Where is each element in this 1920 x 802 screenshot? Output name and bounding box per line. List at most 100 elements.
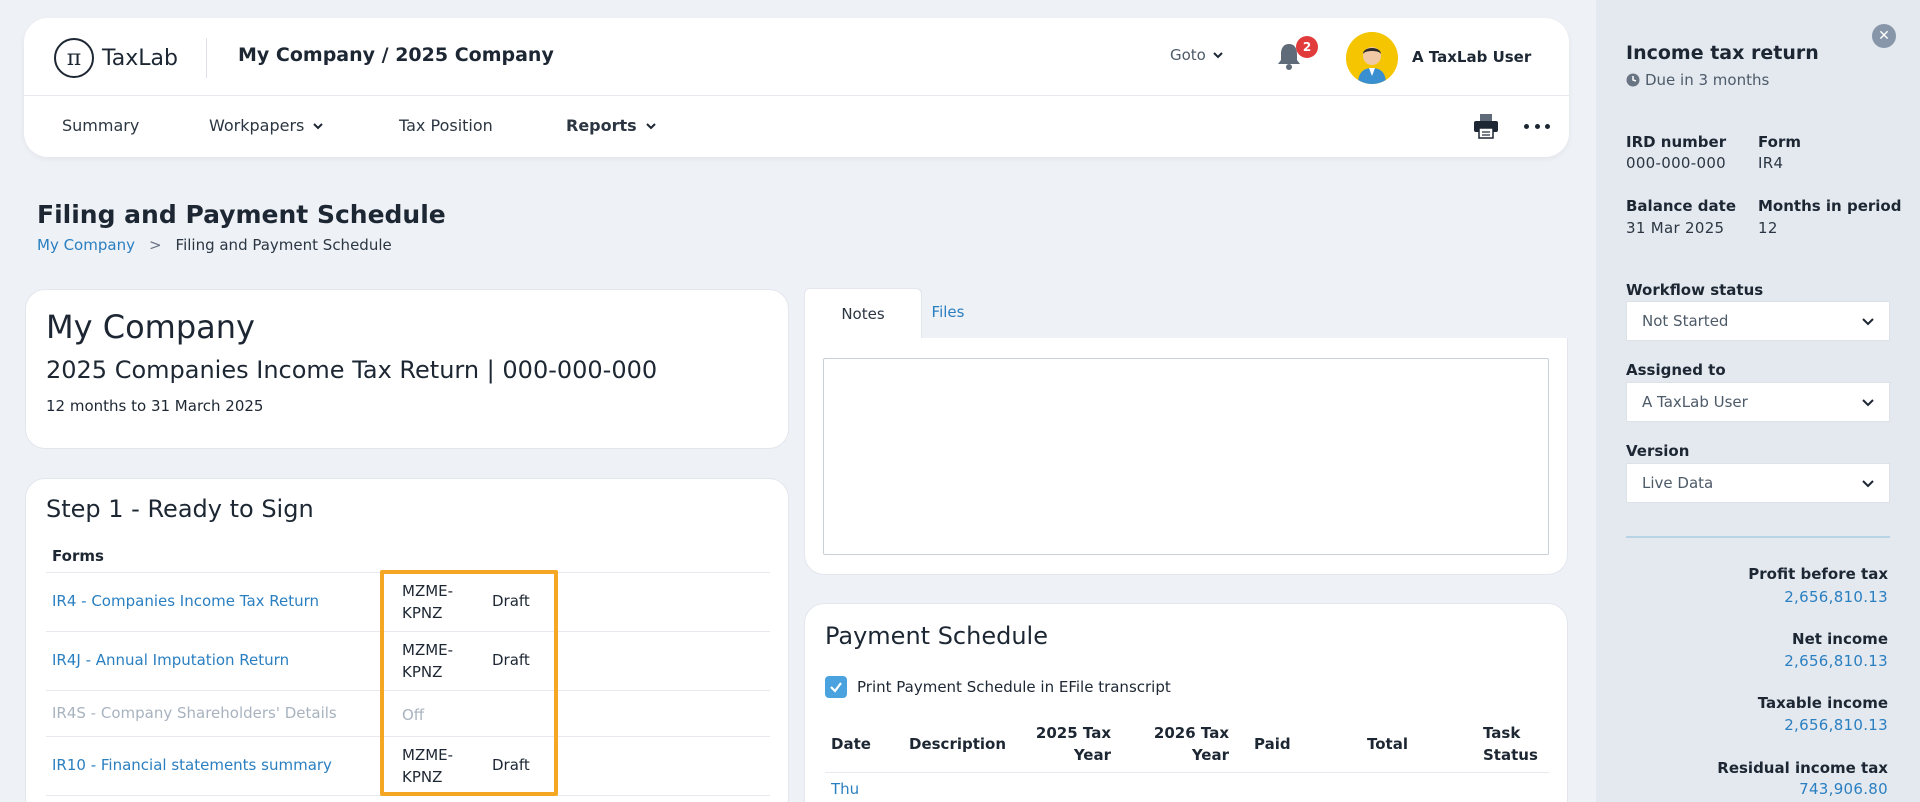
company-name: My Company [46, 308, 255, 346]
user-name[interactable]: A TaxLab User [1412, 48, 1531, 66]
profit-before-tax-label: Profit before tax [1748, 565, 1888, 583]
tab-files-label: Files [931, 303, 965, 321]
checkbox-checked[interactable] [825, 676, 847, 698]
form-link-ir10[interactable]: IR10 - Financial statements summary [52, 756, 332, 774]
chevron-down-icon [313, 122, 324, 129]
due-status: Due in 3 months [1626, 71, 1769, 89]
row-date-link[interactable]: Thu [831, 780, 859, 798]
nav-tax-position[interactable]: Tax Position [399, 116, 493, 135]
assigned-to-value: A TaxLab User [1642, 393, 1748, 411]
side-panel-title: Income tax return [1626, 42, 1819, 64]
form-code-line1: MZME- [402, 582, 454, 600]
version-label: Version [1626, 442, 1690, 460]
net-income-value[interactable]: 2,656,810.13 [1648, 652, 1888, 670]
workflow-status-select[interactable]: Not Started [1626, 301, 1890, 341]
tab-files[interactable]: Files [908, 303, 988, 321]
header-divider [206, 38, 207, 78]
return-period: 12 months to 31 March 2025 [46, 397, 264, 415]
side-panel-divider [1626, 536, 1890, 538]
form-code-line1: MZME- [402, 641, 454, 659]
col-2025-line2: Year [1073, 746, 1111, 764]
step1-card: Step 1 - Ready to Sign Forms IR4 - Compa… [25, 478, 789, 802]
goto-dropdown[interactable]: Goto [1170, 46, 1224, 64]
chevron-down-icon [1862, 318, 1874, 326]
workflow-status-label: Workflow status [1626, 281, 1764, 299]
ird-label: IRD number [1626, 133, 1727, 151]
nav-summary[interactable]: Summary [62, 116, 139, 135]
breadcrumb: My Company > Filing and Payment Schedule [37, 236, 392, 254]
form-row-ir4: IR4 - Companies Income Tax Return MZME- … [46, 573, 770, 632]
form-code-line2: KPNZ [402, 604, 443, 622]
notes-textarea[interactable] [823, 358, 1549, 555]
form-code-line2: KPNZ [402, 663, 443, 681]
main-nav: Summary Workpapers Tax Position Reports [24, 96, 1569, 157]
print-schedule-checkbox-row[interactable]: Print Payment Schedule in EFile transcri… [825, 676, 1171, 698]
checkmark-icon [830, 682, 842, 693]
col-task-status: Task Status [1483, 722, 1538, 766]
col-2025-tax-year: 2025 Tax Year [1023, 722, 1111, 766]
form-code: MZME- KPNZ [402, 639, 453, 683]
form-code: MZME- KPNZ [402, 744, 453, 788]
tab-notes-label: Notes [841, 304, 885, 323]
avatar[interactable] [1346, 32, 1398, 84]
goto-label: Goto [1170, 46, 1206, 64]
form-status: Draft [492, 756, 530, 774]
ird-value: 000-000-000 [1626, 154, 1727, 172]
form-link-ir4j[interactable]: IR4J - Annual Imputation Return [52, 651, 289, 669]
balance-date-label: Balance date [1626, 197, 1736, 215]
print-icon[interactable] [1472, 112, 1500, 140]
residual-income-tax-value[interactable]: 743,906.80 [1648, 780, 1888, 798]
tab-notes[interactable]: Notes [804, 288, 922, 338]
col-date: Date [831, 735, 871, 753]
assigned-to-label: Assigned to [1626, 361, 1726, 379]
close-icon[interactable]: ✕ [1872, 24, 1896, 48]
months-value: 12 [1758, 219, 1778, 237]
step1-title: Step 1 - Ready to Sign [46, 495, 314, 523]
logo-pi-icon: π [54, 38, 94, 78]
table-header-divider [825, 772, 1549, 773]
assigned-to-select[interactable]: A TaxLab User [1626, 382, 1890, 422]
form-code-line2: KPNZ [402, 768, 443, 786]
col-2026-line2: Year [1191, 746, 1229, 764]
form-code: MZME- KPNZ [402, 580, 453, 624]
taxlab-logo[interactable]: π TaxLab [54, 38, 178, 78]
form-status: Draft [492, 651, 530, 669]
workflow-status-value: Not Started [1642, 312, 1729, 330]
nav-reports[interactable]: Reports [566, 116, 657, 135]
form-row-ir4j: IR4J - Annual Imputation Return MZME- KP… [46, 632, 770, 691]
return-subtitle: 2025 Companies Income Tax Return | 000-0… [46, 356, 658, 384]
taxable-income-value[interactable]: 2,656,810.13 [1648, 716, 1888, 734]
col-paid: Paid [1254, 735, 1291, 753]
payment-title: Payment Schedule [825, 622, 1048, 650]
chevron-down-icon [1213, 52, 1223, 59]
more-options-icon[interactable] [1524, 112, 1550, 140]
breadcrumb-root-link[interactable]: My Company [37, 236, 135, 254]
nav-workpapers[interactable]: Workpapers [209, 116, 324, 135]
form-code-line1: MZME- [402, 746, 454, 764]
col-2026-tax-year: 2026 Tax Year [1141, 722, 1229, 766]
net-income-label: Net income [1792, 630, 1888, 648]
form-row-ir4s: IR4S - Company Shareholders' Details Off [46, 691, 770, 737]
col-task-line1: Task [1483, 724, 1521, 742]
clock-icon [1626, 73, 1640, 87]
form-link-ir4[interactable]: IR4 - Companies Income Tax Return [52, 592, 319, 610]
version-select[interactable]: Live Data [1626, 463, 1890, 503]
nav-tax-position-label: Tax Position [399, 116, 493, 135]
due-text: Due in 3 months [1645, 71, 1770, 89]
page-title: Filing and Payment Schedule [37, 200, 446, 229]
col-description: Description [909, 735, 1007, 753]
company-card: My Company 2025 Companies Income Tax Ret… [25, 289, 789, 449]
col-task-line2: Status [1483, 746, 1538, 764]
notes-panel [804, 338, 1568, 575]
col-2026-line1: 2026 Tax [1153, 724, 1229, 742]
header-top-bar: π TaxLab My Company / 2025 Company Goto … [24, 18, 1569, 96]
nav-reports-label: Reports [566, 116, 637, 135]
payment-schedule-card: Payment Schedule Print Payment Schedule … [804, 603, 1568, 802]
breadcrumb-current: Filing and Payment Schedule [175, 236, 392, 254]
form-label: Form [1758, 133, 1801, 151]
form-value: IR4 [1758, 154, 1784, 172]
form-link-ir4s[interactable]: IR4S - Company Shareholders' Details [52, 704, 337, 722]
checkbox-label: Print Payment Schedule in EFile transcri… [857, 678, 1171, 696]
form-row-ir10: IR10 - Financial statements summary MZME… [46, 737, 770, 796]
profit-before-tax-value[interactable]: 2,656,810.13 [1648, 588, 1888, 606]
